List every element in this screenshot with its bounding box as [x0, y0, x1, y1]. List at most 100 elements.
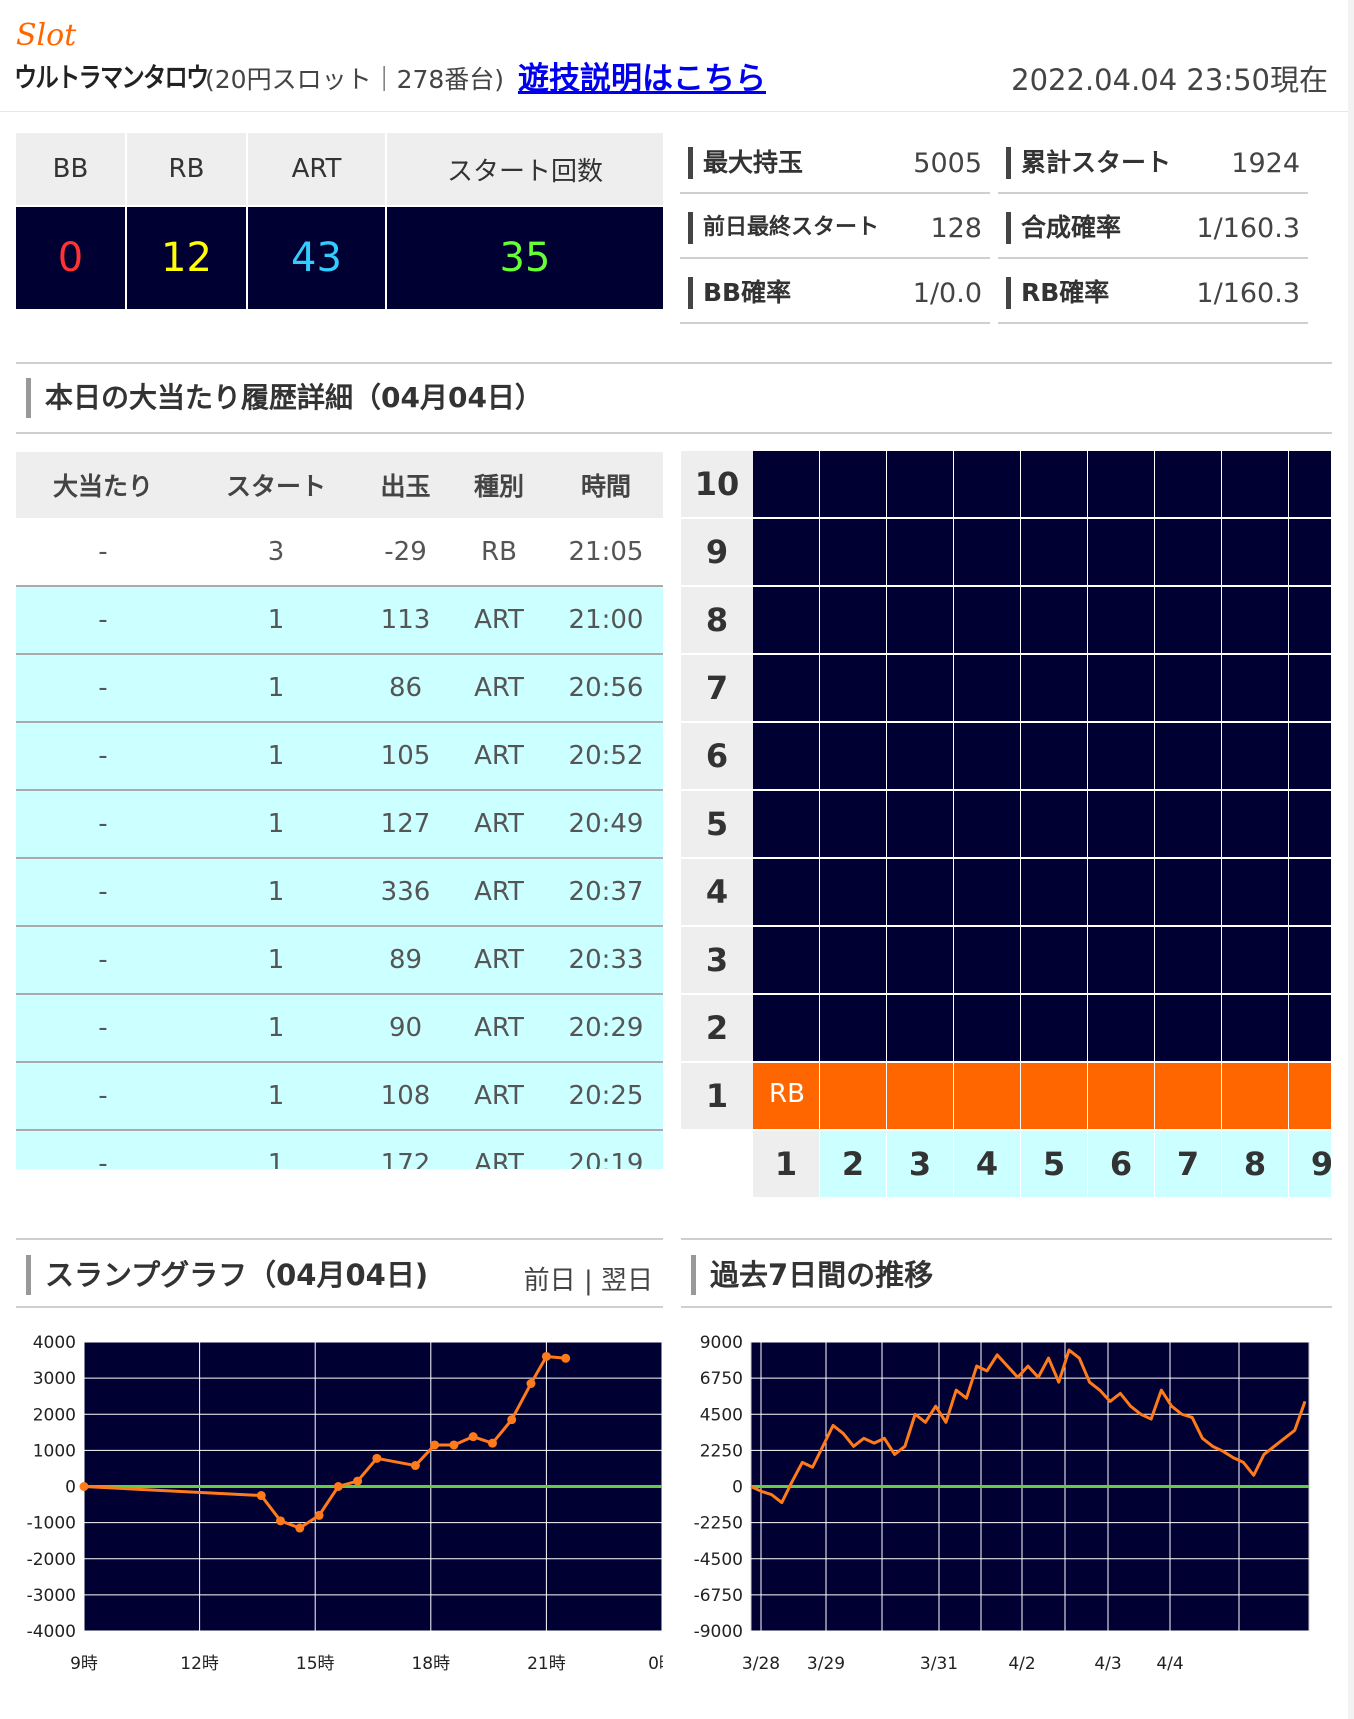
history-row: -1 113 ART 21:00 [16, 586, 663, 655]
grid-cell [1088, 1063, 1154, 1129]
grid-cell [954, 655, 1020, 721]
row-type: ART [449, 994, 549, 1063]
start-count: 35 [386, 205, 663, 309]
grid-cell [887, 995, 953, 1061]
row-jackpot: - [16, 926, 190, 995]
x-tick-label: 4/3 [1094, 1654, 1121, 1674]
grid-cell [1021, 655, 1087, 721]
rules-link[interactable]: 遊技説明はこちら [518, 53, 766, 98]
y-tick-label: -4000 [27, 1622, 76, 1642]
stat-value: 5005 [913, 148, 982, 179]
grid-cell [1021, 587, 1087, 653]
scrollbar-track[interactable] [1348, 0, 1354, 1719]
grid-cell [954, 587, 1020, 653]
y-tick-label: -6750 [694, 1586, 743, 1606]
rb-count: 12 [126, 205, 248, 309]
grid-cell [820, 927, 886, 993]
grid-cell [887, 1063, 953, 1129]
rb-header: RB [126, 133, 248, 206]
machine-name: ウルトラマンタロウ [14, 63, 209, 94]
grid-cell [954, 859, 1020, 925]
grid-cell [820, 995, 886, 1061]
grid-cell [1289, 859, 1331, 925]
grid-cell [753, 995, 819, 1061]
stat-label: 前日最終スタート [688, 212, 879, 244]
history-row: -1 105 ART 20:52 [16, 722, 663, 791]
grid-cell [1088, 723, 1154, 789]
grid-cell [954, 927, 1020, 993]
grid-cell [1222, 655, 1288, 721]
row-type: ART [449, 926, 549, 995]
grid-cell [1289, 519, 1331, 585]
history-section-header: 本日の大当たり履歴詳細（04月04日） [16, 362, 1332, 434]
bonus-chain-grid: 10 9 8 7 6 5 4 3 2 1 RB 1 2 3 4 5 6 7 8 9 [681, 451, 1331, 1197]
grid-cell [1088, 587, 1154, 653]
grid-cell [1155, 451, 1221, 517]
grid-cell [820, 587, 886, 653]
data-point [295, 1523, 305, 1533]
grid-cell [887, 859, 953, 925]
grid-cell [1289, 451, 1331, 517]
grid-cell: RB [753, 1063, 819, 1129]
y-tick-label: 0 [65, 1478, 76, 1498]
stat-label: 最大持玉 [688, 147, 803, 179]
data-point [353, 1476, 363, 1486]
stat-value: 1924 [1231, 148, 1300, 179]
grid-cell [1155, 791, 1221, 857]
history-table-scroll[interactable]: 大当たり スタート 出玉 種別 時間 -3 -29 RB 21:05-1 113 ART 2… [16, 452, 663, 1169]
row-payout: -29 [362, 518, 449, 587]
slump-graph-header: スランプグラフ（04月04日) 前日 | 翌日 [16, 1238, 663, 1308]
grid-cell [1289, 655, 1331, 721]
row-payout: 336 [362, 858, 449, 927]
row-payout: 108 [362, 1062, 449, 1131]
row-jackpot: - [16, 518, 190, 587]
next-day-link[interactable]: 翌日 [601, 1266, 653, 1296]
grid-cell [820, 723, 886, 789]
trend-chart-svg: 9000 6750 4500 2250 0 -2250 -4500 -6750 -9000 3/2… [694, 1333, 1310, 1674]
history-row: -1 89 ART 20:33 [16, 926, 663, 995]
row-start: 1 [190, 1062, 362, 1131]
grid-cell [820, 655, 886, 721]
row-type: ART [449, 1130, 549, 1169]
slump-chart: 4000 3000 2000 1000 0 -1000 -2000 -3000 -4000 9時 1… [16, 1325, 676, 1719]
row-jackpot: - [16, 586, 190, 655]
data-point [276, 1516, 286, 1526]
x-tick-label: 3/29 [807, 1654, 845, 1674]
y-tick-label: -9000 [694, 1622, 743, 1642]
grid-cell [1021, 995, 1087, 1061]
machine-info: (20円スロット｜278番台) [205, 65, 505, 94]
grid-col-label: 1 [753, 1131, 819, 1197]
grid-cell [1088, 451, 1154, 517]
grid-cell [1155, 995, 1221, 1061]
row-time: 21:05 [549, 518, 663, 587]
grid-row-label: 10 [681, 451, 753, 517]
y-tick-label: -2000 [27, 1550, 76, 1570]
y-tick-label: 2000 [33, 1405, 76, 1425]
grid-cell [1021, 927, 1087, 993]
x-tick-label: 12時 [180, 1654, 219, 1674]
grid-cell [1021, 451, 1087, 517]
stat-rb-prob: RB確率 1/160.3 [998, 260, 1308, 324]
grid-cell [1155, 655, 1221, 721]
grid-cell [1155, 587, 1221, 653]
y-tick-label: -3000 [27, 1586, 76, 1606]
grid-cell [1021, 859, 1087, 925]
row-time: 20:25 [549, 1062, 663, 1131]
col-time: 時間 [549, 452, 663, 518]
stat-value: 1/160.3 [1196, 213, 1300, 244]
grid-cell [1021, 723, 1087, 789]
history-row: -1 336 ART 20:37 [16, 858, 663, 927]
row-time: 21:00 [549, 586, 663, 655]
grid-cell [887, 655, 953, 721]
data-point [561, 1353, 571, 1363]
history-row: -1 108 ART 20:25 [16, 1062, 663, 1131]
row-start: 1 [190, 586, 362, 655]
col-payout: 出玉 [362, 452, 449, 518]
grid-cell [954, 723, 1020, 789]
prev-day-link[interactable]: 前日 [524, 1266, 576, 1296]
col-type: 種別 [449, 452, 549, 518]
row-start: 1 [190, 858, 362, 927]
stat-combined-prob: 合成確率 1/160.3 [998, 195, 1308, 259]
y-tick-label: 6750 [700, 1369, 743, 1389]
y-tick-label: 9000 [700, 1333, 743, 1353]
